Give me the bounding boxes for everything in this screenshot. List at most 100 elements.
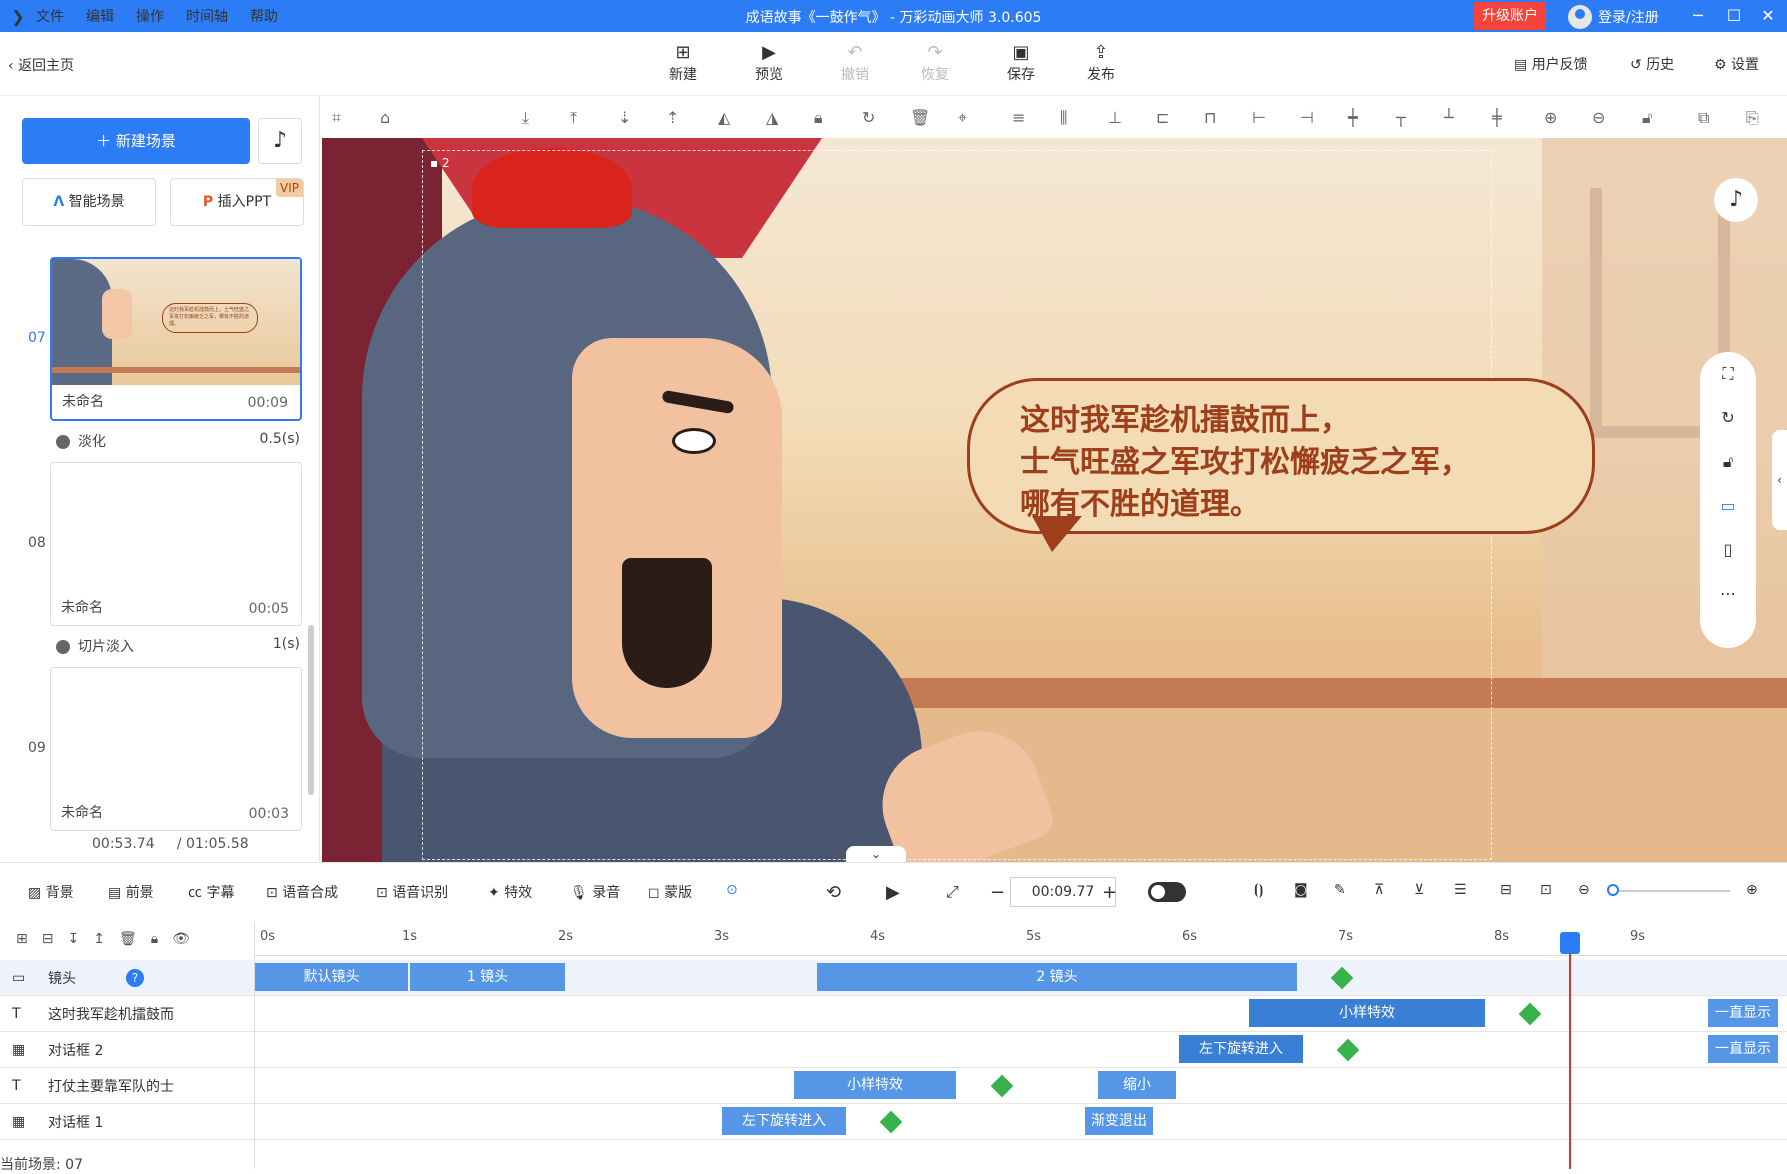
rotate-view-icon[interactable]: ↻ xyxy=(1700,396,1756,440)
fit-width-icon[interactable]: ⊟ xyxy=(1500,882,1512,898)
copy-icon[interactable]: ⧉ xyxy=(1698,108,1709,128)
zoom-in-timeline-icon[interactable]: ⊕ xyxy=(1746,882,1758,898)
background-button[interactable]: ▨ 背景 xyxy=(28,882,74,902)
screen-desktop-icon[interactable]: ▭ xyxy=(1700,484,1756,528)
align-center-icon[interactable]: ≡ xyxy=(1012,108,1025,127)
time-input[interactable]: 00:09.77 xyxy=(1010,877,1116,907)
timeline-bar[interactable]: 小样特效 xyxy=(1249,999,1485,1027)
preview-button[interactable]: ▶ 预览 xyxy=(739,42,799,84)
fit-timeline-icon[interactable]: ⦗⦘ xyxy=(1254,882,1263,898)
fit-screen-icon[interactable]: ⛶ xyxy=(1700,352,1756,396)
help-icon[interactable]: ? xyxy=(126,969,144,987)
music-button[interactable]: ♪ xyxy=(258,118,302,164)
record-button[interactable]: 🎙︎ 录音 xyxy=(570,882,620,902)
flip-h-icon[interactable]: ◭ xyxy=(718,108,730,127)
align-top-icon[interactable]: ┬ xyxy=(1396,108,1406,127)
distribute-v-icon[interactable]: ⊓ xyxy=(1204,108,1216,127)
publish-button[interactable]: ⇪ 发布 xyxy=(1071,42,1131,84)
align-right-icon[interactable]: ⊣ xyxy=(1300,108,1314,127)
format-painter-icon[interactable]: ⌗ xyxy=(332,108,341,128)
effects-button[interactable]: ✦ 特效 xyxy=(488,882,532,902)
move-track-up-icon[interactable]: ↥ xyxy=(93,931,105,947)
align-middle-icon[interactable]: ┿ xyxy=(1348,108,1358,127)
filter-icon[interactable]: ⊻ xyxy=(1414,882,1424,898)
collapse-handle[interactable]: ⌄ xyxy=(846,846,906,862)
upgrade-button[interactable]: 升级账户 xyxy=(1474,2,1546,30)
time-plus-icon[interactable]: + xyxy=(1102,882,1117,903)
delete-icon[interactable]: 🗑︎ xyxy=(910,108,930,127)
move-down-icon[interactable]: ⇣ xyxy=(618,108,631,127)
transition-item[interactable]: 切片淡入 1(s) xyxy=(56,636,300,656)
tts-button[interactable]: ⊡ 语音合成 xyxy=(266,882,338,902)
history-button[interactable]: ↺ 历史 xyxy=(1630,54,1674,74)
undo-button[interactable]: ↶ 撤销 xyxy=(825,42,885,84)
timeline-bar[interactable]: 小样特效 xyxy=(794,1071,956,1099)
timeline-bar[interactable]: 2 镜头 xyxy=(817,963,1297,991)
settings-button[interactable]: ⚙ 设置 xyxy=(1714,54,1759,74)
zoom-out-timeline-icon[interactable]: ⊖ xyxy=(1578,882,1590,898)
paste-icon[interactable]: ⎘ xyxy=(1746,108,1759,128)
distribute-h-icon[interactable]: ⊏ xyxy=(1156,108,1169,127)
playhead-handle[interactable] xyxy=(1560,932,1580,954)
scene-card-07[interactable]: 这时我军趁机擂鼓而上，士气旺盛之军攻打松懈疲乏之军，哪有不胜的道理。 未命名 0… xyxy=(50,257,302,421)
asr-button[interactable]: ⊡ 语音识别 xyxy=(376,882,448,902)
login-button[interactable]: 登录/注册 xyxy=(1568,5,1659,29)
foreground-button[interactable]: ▤ 前景 xyxy=(108,882,154,902)
smart-scene-button[interactable]: Λ 智能场景 xyxy=(22,178,156,226)
scene-scrollbar[interactable] xyxy=(308,625,314,795)
feedback-button[interactable]: ▤ 用户反馈 xyxy=(1514,54,1588,74)
rotate-icon[interactable]: ↻ xyxy=(862,108,875,127)
move-bottom-icon[interactable]: ⤓ xyxy=(522,108,529,128)
unlock-icon[interactable]: 🔓︎ xyxy=(1642,108,1652,128)
timeline-bar[interactable]: 一直显示 xyxy=(1708,1035,1778,1063)
move-track-down-icon[interactable]: ↧ xyxy=(67,931,79,947)
track-row[interactable] xyxy=(0,1032,1787,1068)
more-tools-icon[interactable]: ⊙ xyxy=(726,882,738,898)
timeline-bar[interactable]: 渐变退出 xyxy=(1085,1107,1153,1135)
move-up-icon[interactable]: ⇡ xyxy=(666,108,679,127)
new-folder-icon[interactable]: ⊟ xyxy=(42,931,54,947)
delete-track-icon[interactable]: 🗑︎ xyxy=(119,931,137,947)
playhead[interactable] xyxy=(1569,936,1571,1169)
lock-icon[interactable]: 🔒︎ xyxy=(814,108,823,128)
mask-button[interactable]: ◻ 蒙版 xyxy=(648,882,692,902)
time-ruler[interactable] xyxy=(254,922,1787,956)
screen-mobile-icon[interactable]: ▯ xyxy=(1700,528,1756,572)
loop-toggle[interactable] xyxy=(1148,882,1186,902)
bubble-text[interactable]: 这时我军趁机擂鼓而上， 士气旺盛之军攻打松懈疲乏之军， 哪有不胜的道理。 xyxy=(1020,400,1600,526)
zoom-out-icon[interactable]: ⊖ xyxy=(1592,108,1605,127)
timeline-bar[interactable]: 缩小 xyxy=(1098,1071,1176,1099)
lock-layer-icon[interactable]: 🔓︎ xyxy=(1700,440,1756,484)
align-vcenter-icon[interactable]: ⫼ xyxy=(1060,108,1067,128)
subtitle-button[interactable]: ㏄ 字幕 xyxy=(188,882,234,902)
camera-icon[interactable]: ◙ xyxy=(1294,882,1308,898)
timeline-bar[interactable]: 默认镜头 xyxy=(255,963,408,991)
new-button[interactable]: ⊞ 新建 xyxy=(653,42,713,84)
expand-panel-handle[interactable]: ‹ xyxy=(1772,430,1787,530)
align-base-icon[interactable]: ┴ xyxy=(1444,108,1454,127)
timeline-bar[interactable]: 一直显示 xyxy=(1708,999,1778,1027)
transition-item[interactable]: 淡化 0.5(s) xyxy=(56,431,300,451)
stage-canvas[interactable]: ▪ 2 这时我军趁机擂鼓而上， 士气旺盛之军攻打松懈疲乏之军， 哪有不胜的道理。… xyxy=(322,138,1787,862)
crop-icon[interactable]: ⌖ xyxy=(958,108,967,128)
back-home-button[interactable]: ‹ 返回主页 xyxy=(8,55,74,75)
redo-button[interactable]: ↷ 恢复 xyxy=(905,42,965,84)
insert-ppt-button[interactable]: P 插入PPT VIP xyxy=(170,178,304,226)
align-bottom-icon[interactable]: ⊥ xyxy=(1108,108,1122,127)
space-icon[interactable]: ╪ xyxy=(1492,108,1502,127)
time-minus-icon[interactable]: − xyxy=(990,882,1005,903)
timeline-bar[interactable]: 左下旋转进入 xyxy=(1179,1035,1303,1063)
new-scene-button[interactable]: ＋ 新建场景 xyxy=(22,118,250,164)
timeline-bar[interactable]: 1 镜头 xyxy=(410,963,565,991)
zoom-in-icon[interactable]: ⊕ xyxy=(1544,108,1557,127)
more-icon[interactable]: ⋯ xyxy=(1700,572,1756,616)
scene-card-08[interactable]: 未命名 00:05 xyxy=(50,462,302,626)
replay-icon[interactable]: ⟲ xyxy=(826,882,841,903)
maximize-icon[interactable]: ☐ xyxy=(1722,4,1746,28)
edit-icon[interactable]: ✎ xyxy=(1334,882,1346,898)
split-icon[interactable]: ⊼ xyxy=(1374,882,1384,898)
move-top-icon[interactable]: ⤒ xyxy=(570,108,577,128)
lock-track-icon[interactable]: 🔒︎ xyxy=(151,931,158,947)
zoom-slider[interactable] xyxy=(1610,890,1730,892)
flip-v-icon[interactable]: ◮ xyxy=(766,108,778,127)
